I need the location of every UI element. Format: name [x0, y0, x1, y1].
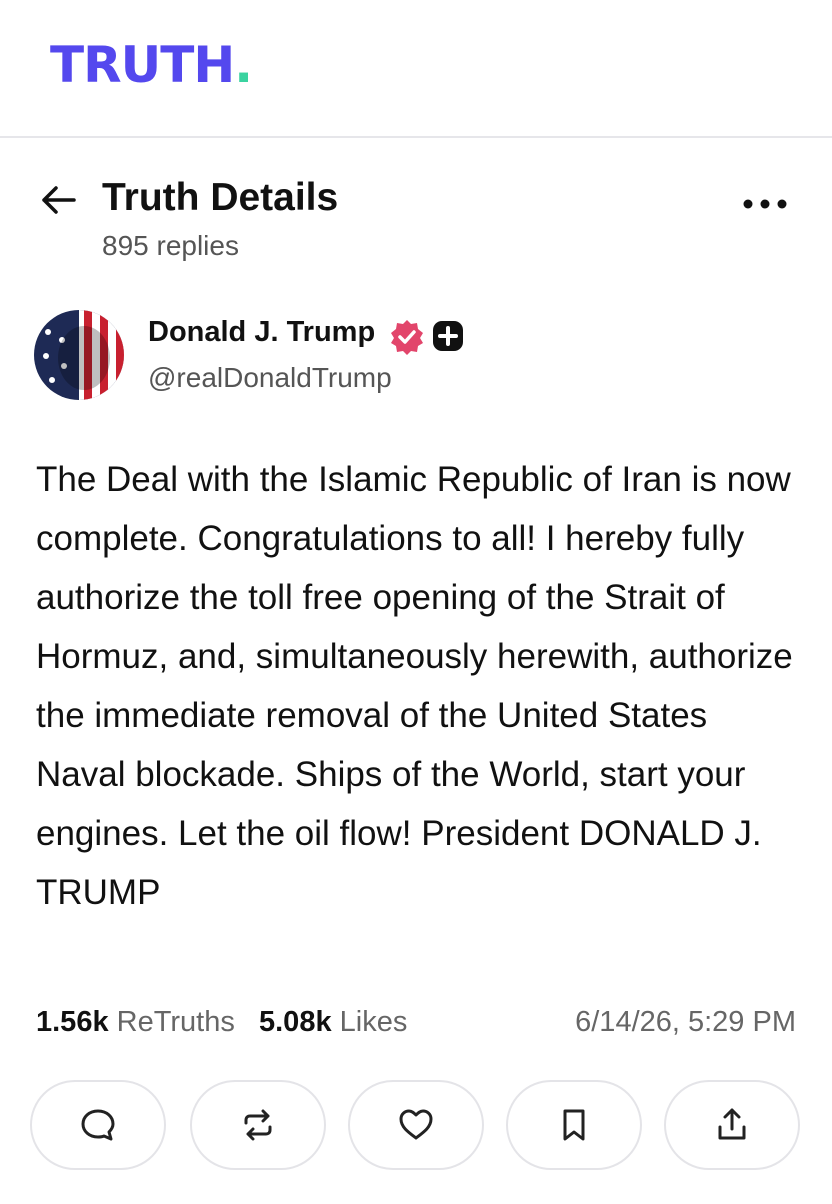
verified-badge [388, 318, 426, 356]
more-button[interactable] [740, 192, 790, 216]
author-handle[interactable]: @realDonaldTrump [148, 362, 392, 394]
reply-icon [81, 1109, 115, 1141]
share-icon [718, 1108, 746, 1140]
truth-logo[interactable]: TRUTH. [50, 36, 253, 94]
author-name[interactable]: Donald J. Trump [148, 316, 375, 349]
top-bar: TRUTH. [0, 0, 832, 138]
post-text: The Deal with the Islamic Republic of Ir… [36, 460, 793, 912]
retruth-icon [244, 1109, 272, 1141]
retruths-label: ReTruths [116, 1006, 235, 1038]
retruths-stat[interactable]: 1.56k ReTruths [36, 1006, 235, 1038]
like-button[interactable] [348, 1080, 484, 1170]
page-header: Truth Details 895 replies [0, 170, 832, 280]
post-author: Donald J. Trump @realDonaldTrump [0, 308, 832, 408]
page-title: Truth Details [102, 176, 339, 219]
verified-badge-icon [391, 320, 423, 355]
replies-count: 895 replies [102, 230, 239, 261]
post-stats: 1.56k ReTruths 5.08k Likes 6/14/26, 5:29… [36, 1006, 806, 1046]
action-bar [30, 1080, 810, 1180]
share-button[interactable] [664, 1080, 800, 1170]
avatar-image [34, 310, 124, 400]
bookmark-button[interactable] [506, 1080, 642, 1170]
logo-text: TRUTH [50, 36, 235, 94]
more-horizontal-icon [743, 199, 787, 209]
likes-count: 5.08k [259, 1006, 332, 1038]
likes-stat[interactable]: 5.08k Likes [259, 1006, 407, 1038]
bookmark-icon [563, 1109, 585, 1141]
arrow-left-icon [42, 186, 76, 214]
heart-icon [399, 1109, 433, 1140]
retruth-button[interactable] [190, 1080, 326, 1170]
retruths-count: 1.56k [36, 1006, 109, 1038]
reply-button[interactable] [30, 1080, 166, 1170]
likes-label: Likes [339, 1006, 408, 1038]
back-button[interactable] [36, 178, 80, 222]
plus-badge-icon [433, 321, 463, 351]
post-timestamp: 6/14/26, 5:29 PM [575, 1006, 796, 1038]
logo-dot: . [234, 36, 253, 94]
plus-badge [432, 320, 464, 352]
avatar[interactable] [34, 310, 124, 400]
